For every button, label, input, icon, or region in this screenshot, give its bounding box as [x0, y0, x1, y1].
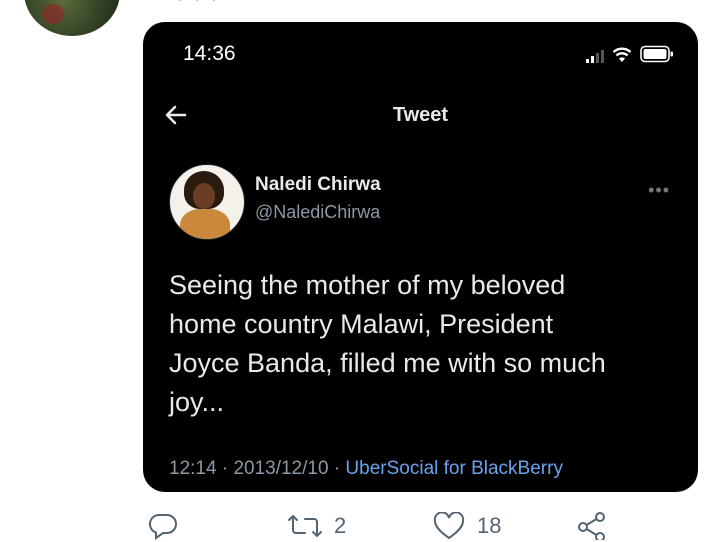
tweet-date: 2013/12/10 [233, 458, 329, 479]
author-handle[interactable]: @NalediChirwa [255, 202, 380, 223]
retweet-icon [288, 512, 322, 540]
embedded-screenshot: 14:36 Tweet Naledi Chirwa @NalediChirwa … [143, 22, 698, 492]
tweet-text: Seeing the mother of my beloved home cou… [169, 266, 669, 422]
tweet-actions: 2 18 [0, 512, 719, 542]
meta-separator: · [221, 458, 229, 479]
retweet-button[interactable]: 2 [288, 512, 346, 540]
tweet-meta: 12:14 · 2013/12/10 · UberSocial for Blac… [169, 458, 563, 480]
tweet-time: 12:14 [169, 458, 217, 479]
status-icons [586, 45, 674, 63]
signal-icon [586, 49, 604, 63]
heart-icon [433, 512, 465, 540]
tweet-line: Seeing the mother of my beloved [169, 270, 566, 300]
outer-user-avatar[interactable] [24, 0, 120, 36]
like-button[interactable]: 18 [433, 512, 501, 540]
retweet-count: 2 [334, 513, 347, 538]
reply-icon [148, 512, 178, 540]
author-avatar[interactable] [169, 164, 245, 240]
page-title: Tweet [392, 104, 449, 126]
wifi-icon [612, 47, 632, 63]
tweet-line: home country Malawi, President [169, 309, 554, 339]
status-time: 14:36 [183, 42, 236, 65]
battery-icon [640, 45, 674, 63]
clipped-top-text: • • • [178, 0, 258, 6]
tweet-source-link[interactable]: UberSocial for BlackBerry [345, 458, 563, 479]
tweet-line: Joyce Banda, filled me with so much [169, 348, 606, 378]
tweet-line: joy... [169, 387, 225, 417]
more-dots-icon[interactable]: ••• [648, 180, 670, 201]
share-button[interactable] [577, 512, 619, 540]
author-name[interactable]: Naledi Chirwa [255, 174, 381, 196]
meta-separator: · [333, 458, 341, 479]
like-count: 18 [477, 513, 502, 538]
reply-button[interactable] [148, 512, 190, 540]
share-icon [577, 512, 607, 540]
